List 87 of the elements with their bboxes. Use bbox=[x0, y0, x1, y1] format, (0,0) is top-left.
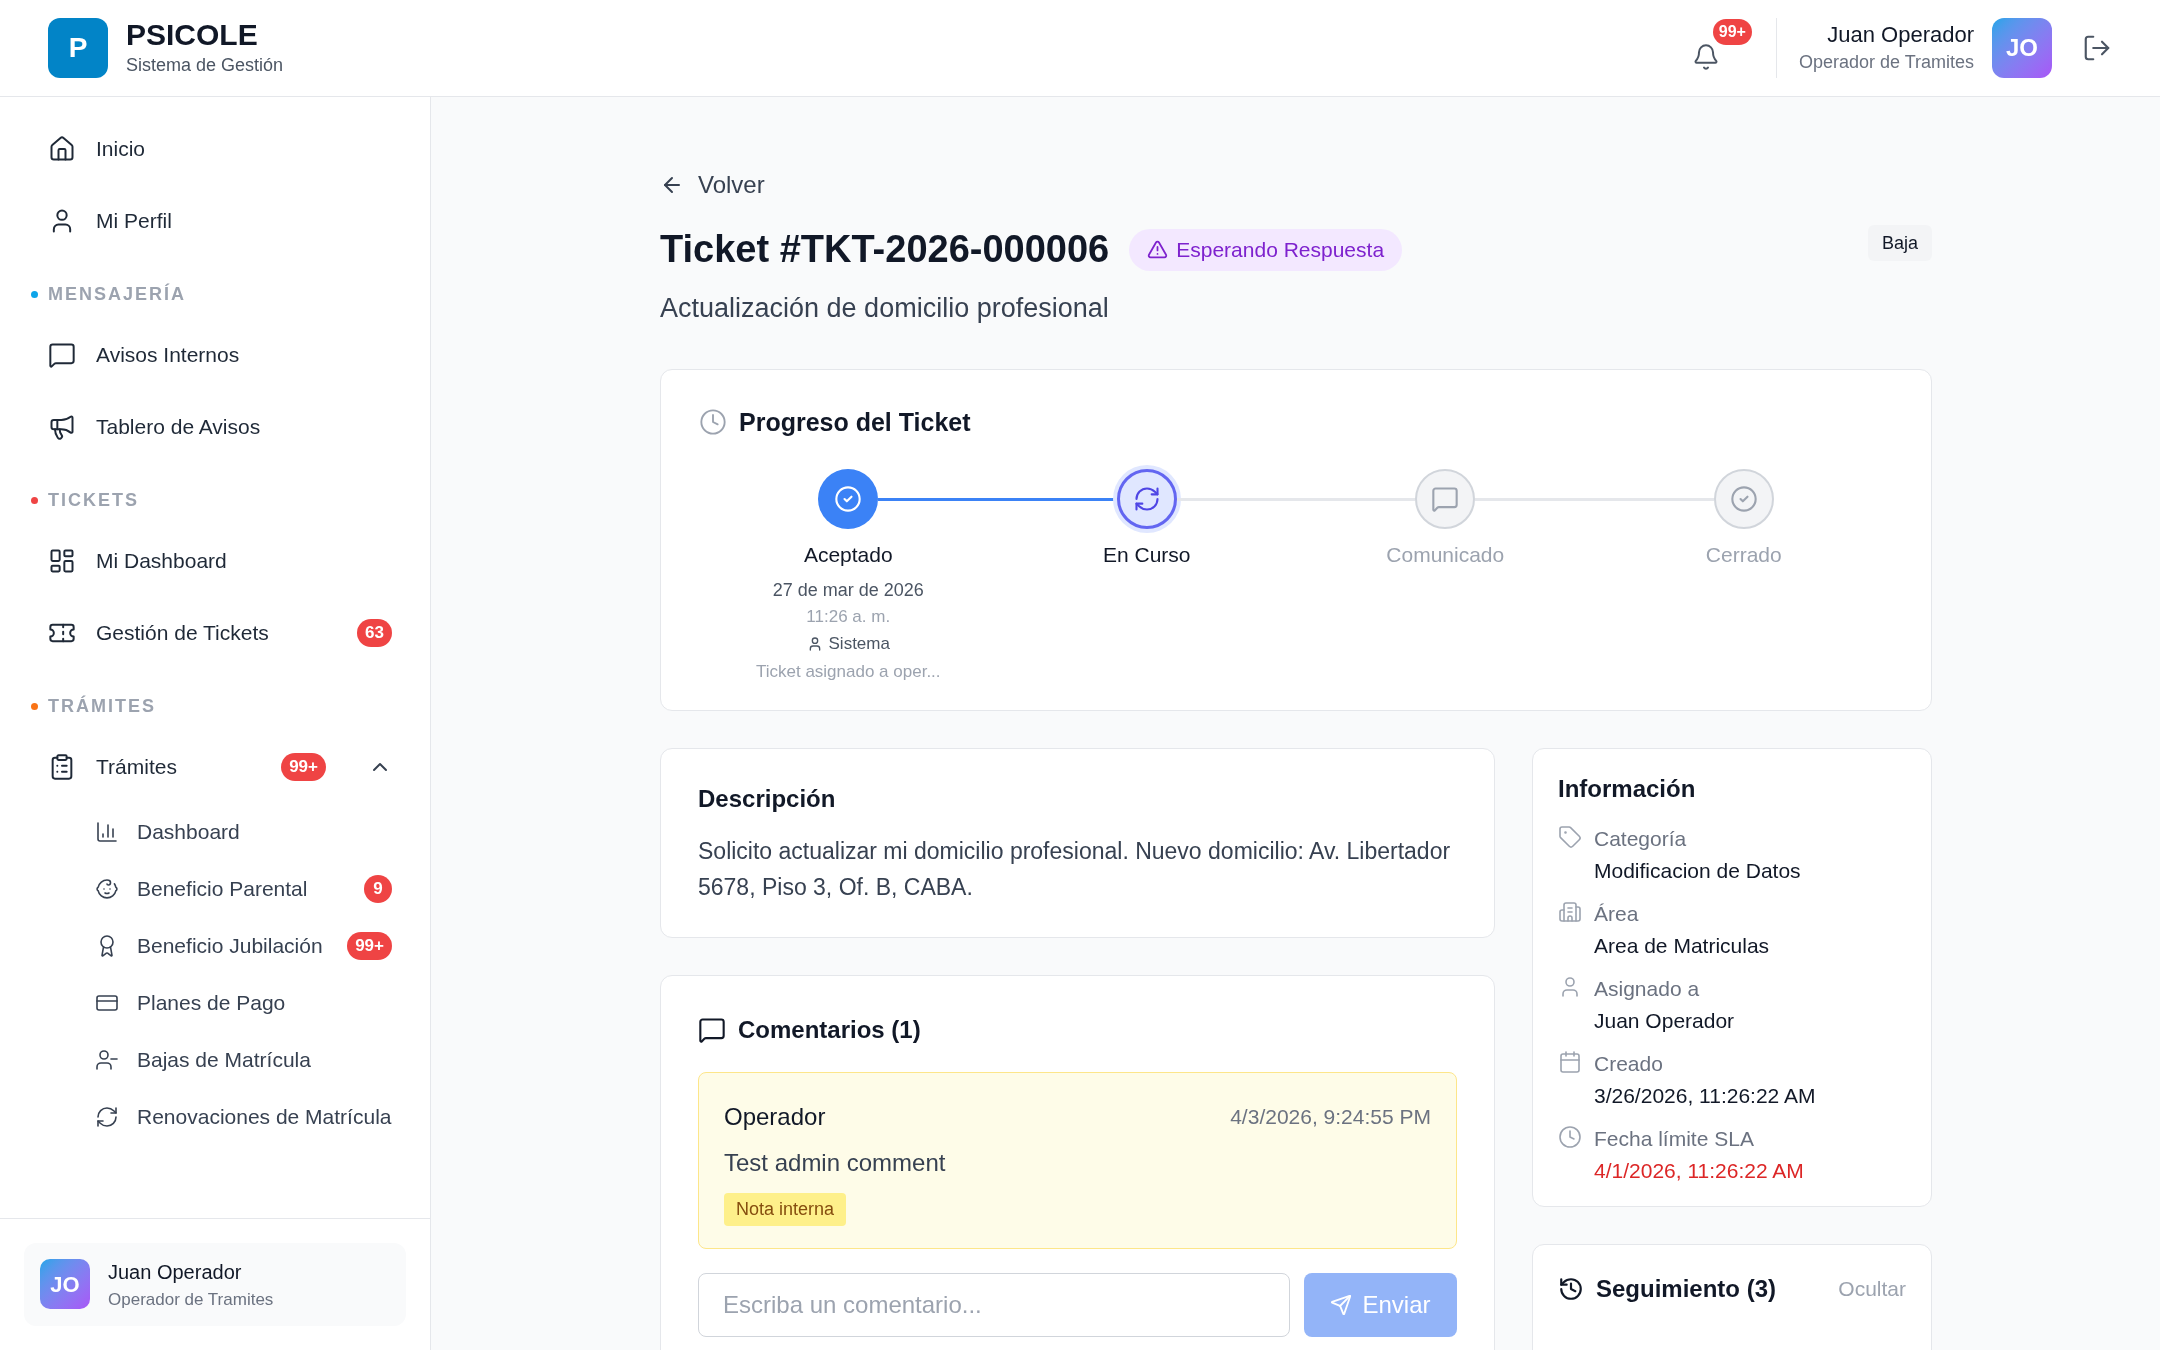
user-avatar: JO bbox=[40, 1259, 90, 1310]
app-name: PSICOLE bbox=[126, 17, 259, 52]
section-heading: TICKETS bbox=[48, 488, 139, 512]
user-role: Operador de Tramites bbox=[108, 1288, 274, 1311]
warning-icon bbox=[1147, 239, 1169, 260]
clock-icon bbox=[699, 408, 727, 437]
nav-item[interactable]: Tablero de Avisos bbox=[0, 391, 392, 463]
nav-subitem[interactable]: Renovaciones de Matrícula bbox=[0, 1088, 392, 1145]
user-role: Operador de Tramites bbox=[1798, 50, 1974, 74]
field-value: 3/26/2026, 11:26:22 AM bbox=[1594, 1082, 1816, 1109]
description-text: Solicito actualizar mi domicilio profesional. Nuevo domicilio: Av. Libertador 5678, Piso 3, Of. B, CABA. bbox=[698, 837, 1452, 902]
check-circle-icon bbox=[834, 485, 863, 513]
bar-chart-icon bbox=[95, 819, 119, 844]
step-label: En Curso bbox=[1102, 542, 1191, 568]
card-title: Descripción bbox=[698, 784, 837, 814]
chat-icon bbox=[698, 1016, 726, 1044]
field-value: Juan Operador bbox=[1594, 1007, 1735, 1034]
user-name: Juan Operador bbox=[1827, 20, 1974, 49]
field-label: Creado bbox=[1594, 1051, 1664, 1077]
field-label: Categoría bbox=[1594, 826, 1688, 852]
nav-item[interactable]: Avisos Internos bbox=[0, 319, 392, 391]
chat-icon bbox=[48, 341, 76, 369]
nav-subitem[interactable]: Bajas de Matrícula bbox=[0, 1031, 392, 1088]
notification-badge: 99+ bbox=[1712, 19, 1752, 45]
field-label: Fecha límite SLA bbox=[1594, 1126, 1755, 1152]
clock-icon bbox=[1558, 1125, 1582, 1149]
history-icon bbox=[1558, 1276, 1584, 1302]
comment-text: Test admin comment bbox=[724, 1148, 947, 1178]
field-value: Modificacion de Datos bbox=[1594, 857, 1801, 884]
user-minus-icon bbox=[95, 1047, 119, 1072]
megaphone-icon bbox=[48, 413, 76, 441]
nav-item[interactable]: Gestión de Tickets 63 bbox=[0, 597, 392, 669]
chat-icon bbox=[1431, 485, 1460, 513]
notifications-button[interactable]: 99+ bbox=[1687, 17, 1754, 79]
app-logo: P bbox=[48, 18, 108, 78]
count-badge: 9 bbox=[364, 874, 392, 903]
tag-icon bbox=[1558, 825, 1582, 849]
user-card[interactable]: JO Juan Operador Operador de Tramites bbox=[24, 1242, 406, 1326]
nav-item[interactable]: Mi Perfil bbox=[0, 185, 392, 257]
baby-face-icon bbox=[95, 876, 119, 901]
nav-item[interactable]: Trámites 99+ bbox=[0, 731, 392, 803]
user-name: Juan Operador bbox=[108, 1259, 243, 1285]
comment-input[interactable]: Escriba un comentario... bbox=[698, 1273, 1290, 1337]
card-title: Información bbox=[1558, 774, 1697, 804]
building-icon bbox=[1558, 900, 1582, 924]
count-badge: 99+ bbox=[347, 931, 392, 960]
step-time: 11:26 a. m. bbox=[806, 605, 891, 628]
section-heading: TRÁMITES bbox=[48, 694, 156, 718]
count-badge: 99+ bbox=[281, 753, 326, 781]
section-heading: MENSAJERÍA bbox=[48, 282, 187, 306]
field-value: 4/1/2026, 11:26:22 AM bbox=[1594, 1157, 1804, 1184]
comment-author: Operador bbox=[724, 1102, 827, 1132]
field-label: Área bbox=[1594, 901, 1640, 927]
send-icon bbox=[1330, 1294, 1353, 1316]
nav-item[interactable]: Mi Dashboard bbox=[0, 525, 392, 597]
card-title: Progreso del Ticket bbox=[739, 406, 971, 438]
calendar-icon bbox=[1558, 1050, 1582, 1074]
nav-subitem[interactable]: Beneficio Jubilación 99+ bbox=[0, 917, 392, 974]
refresh-icon bbox=[95, 1104, 119, 1129]
app-subtitle: Sistema de Gestión bbox=[126, 53, 284, 77]
card-title: Comentarios (1) bbox=[738, 1015, 921, 1045]
status-badge: Esperando Respuesta bbox=[1129, 228, 1403, 271]
card-title: Seguimiento (3) bbox=[1596, 1274, 1777, 1304]
nav-subitem[interactable]: Dashboard bbox=[0, 803, 392, 860]
step-label: Aceptado bbox=[803, 542, 893, 568]
step-label: Comunicado bbox=[1386, 542, 1505, 568]
priority-badge: Baja bbox=[1867, 225, 1932, 261]
step-date: 27 de mar de 2026 bbox=[772, 578, 924, 602]
logout-icon[interactable] bbox=[2082, 33, 2112, 63]
nav-subitem[interactable]: Beneficio Parental 9 bbox=[0, 860, 392, 917]
step-note: Ticket asignado a oper... bbox=[755, 660, 941, 683]
field-label: Asignado a bbox=[1594, 976, 1701, 1002]
refresh-icon bbox=[1132, 485, 1161, 513]
check-circle-icon bbox=[1729, 485, 1758, 513]
back-link[interactable]: Volver bbox=[660, 167, 765, 203]
comment-time: 4/3/2026, 9:24:55 PM bbox=[1230, 1104, 1431, 1131]
step-user: Sistema bbox=[806, 631, 890, 657]
dashboard-icon bbox=[48, 547, 76, 575]
ticket-subtitle: Actualización de domicilio profesional bbox=[660, 292, 1110, 325]
step-label: Cerrado bbox=[1705, 542, 1782, 568]
internal-note-tag: Nota interna bbox=[724, 1193, 847, 1226]
count-badge: 63 bbox=[357, 619, 392, 647]
field-value: Area de Matriculas bbox=[1594, 932, 1770, 959]
ticket-title: Ticket #TKT-2026-000006 bbox=[660, 227, 1110, 272]
nav-item[interactable]: Inicio bbox=[0, 113, 392, 185]
home-icon bbox=[48, 135, 76, 163]
nav-subitem[interactable]: Planes de Pago bbox=[0, 974, 392, 1031]
